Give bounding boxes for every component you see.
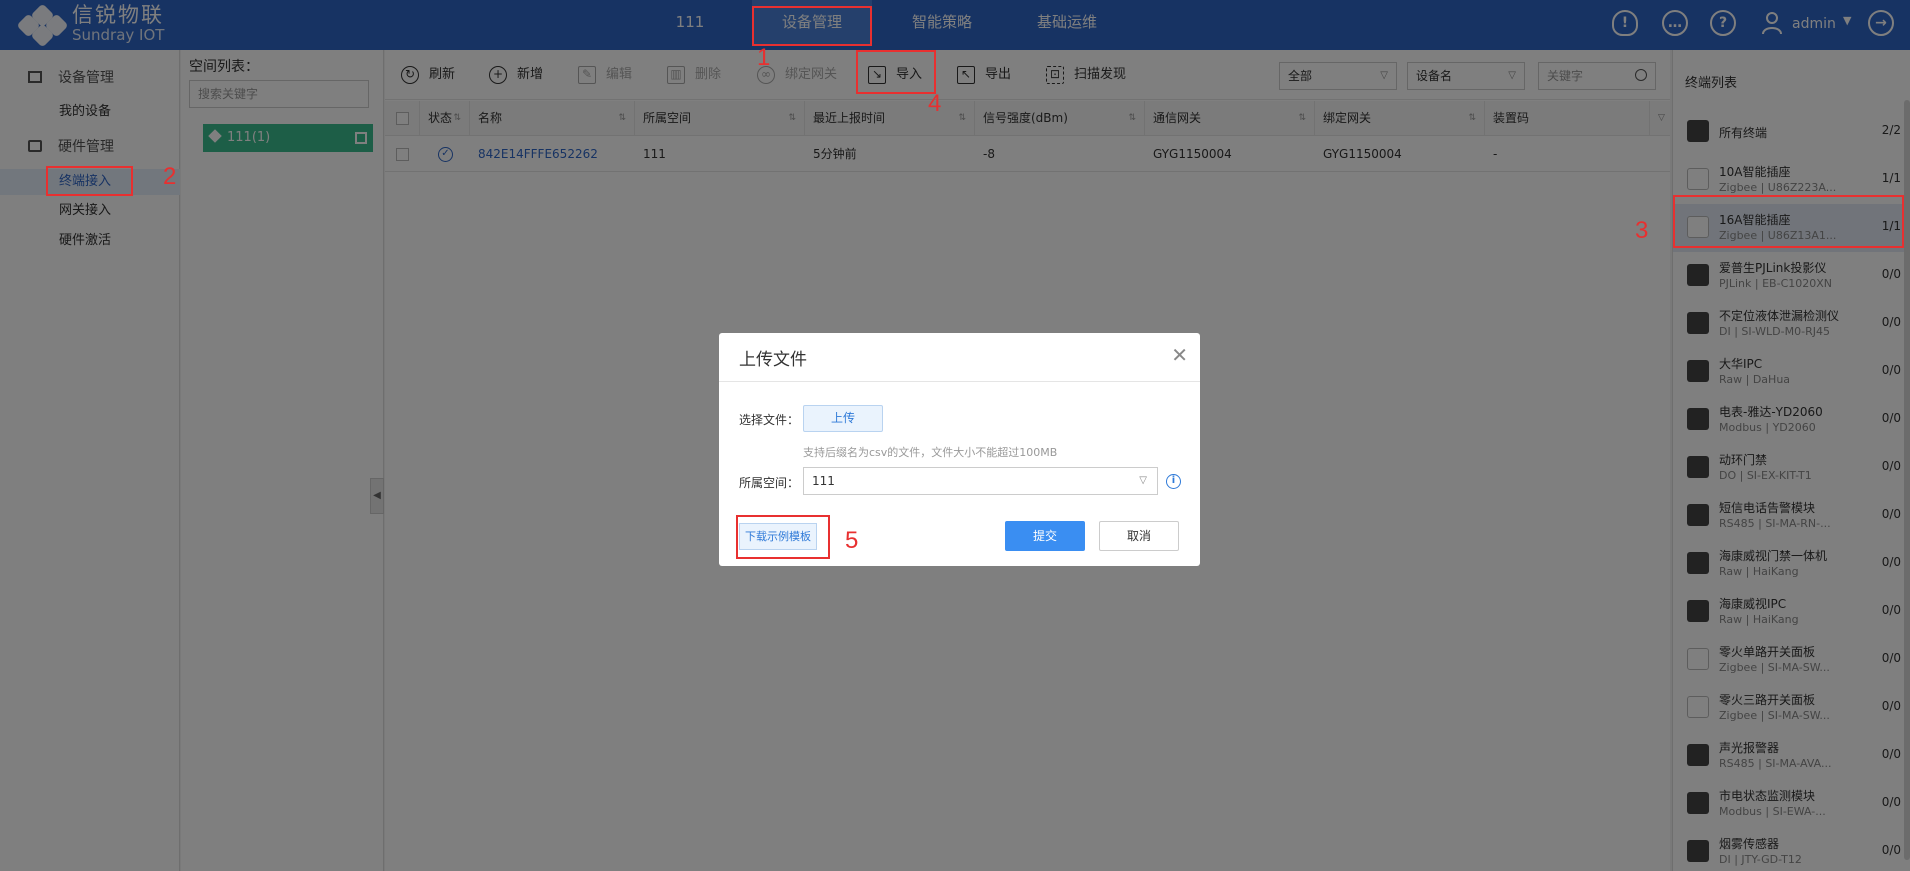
file-label: 选择文件： <box>739 413 800 427</box>
upload-button[interactable]: 上传 <box>803 405 883 432</box>
cancel-button[interactable]: 取消 <box>1099 521 1179 551</box>
space-label: 所属空间： <box>739 476 800 490</box>
annotation-box-5 <box>736 515 830 559</box>
annotation-box-2 <box>46 166 133 196</box>
annotation-number-1: 1 <box>757 44 771 71</box>
annotation-number-3: 3 <box>1635 217 1649 244</box>
space-select[interactable]: 111 ▽ <box>803 467 1158 495</box>
close-icon[interactable]: ✕ <box>1171 345 1188 365</box>
submit-button[interactable]: 提交 <box>1005 521 1085 551</box>
dialog-title: 上传文件 <box>739 350 807 370</box>
annotation-box-4 <box>856 50 936 94</box>
annotation-box-3 <box>1673 195 1904 248</box>
annotation-number-2: 2 <box>163 163 177 190</box>
chevron-down-icon: ▽ <box>1139 475 1147 486</box>
annotation-number-5: 5 <box>845 527 859 554</box>
annotation-box-1 <box>752 6 872 46</box>
upload-hint: 支持后缀名为csv的文件，文件大小不能超过100MB <box>803 446 1058 459</box>
annotation-number-4: 4 <box>928 90 942 117</box>
info-icon[interactable]: i <box>1166 474 1181 489</box>
